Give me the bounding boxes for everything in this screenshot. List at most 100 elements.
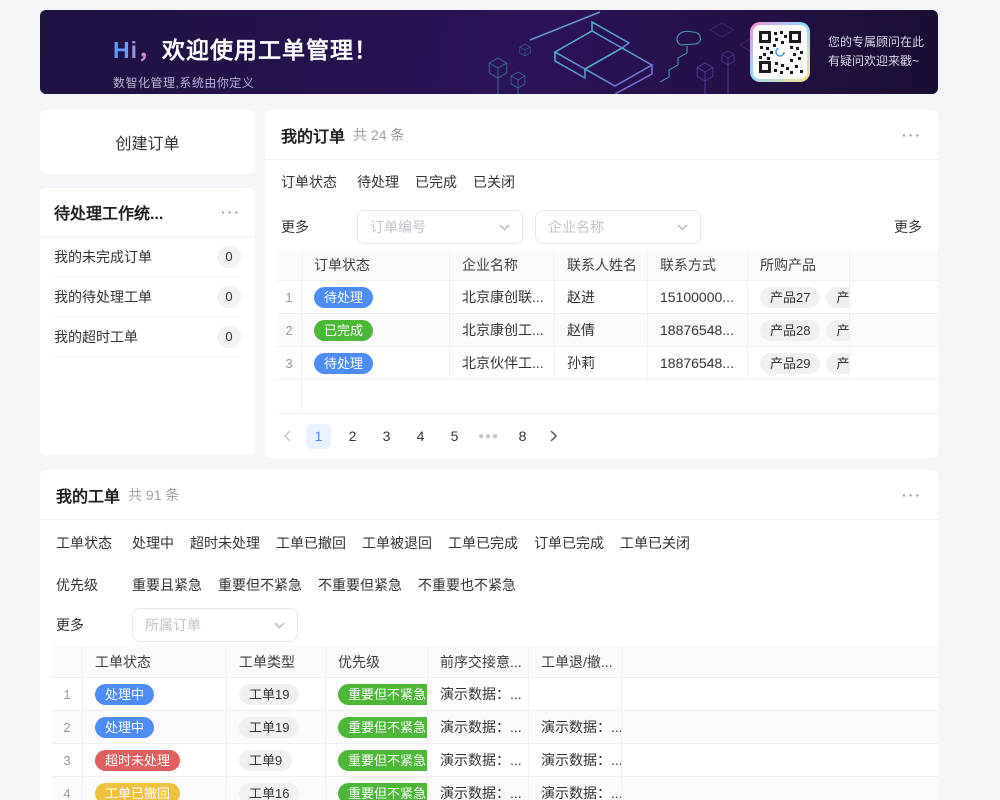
qr-code [750, 22, 810, 82]
page-2[interactable]: 2 [340, 424, 365, 449]
page-1[interactable]: 1 [306, 424, 331, 449]
filter-option-pending[interactable]: 待处理 [357, 172, 399, 192]
filter-option-completed[interactable]: 已完成 [415, 172, 457, 192]
pagination-next-icon[interactable] [544, 424, 564, 449]
qr-caption-line2: 有疑问欢迎来戳~ [828, 52, 924, 71]
tickets-more-icon[interactable]: ··· [902, 488, 922, 502]
status-badge: 处理中 [95, 684, 154, 705]
col-contact-phone: 联系方式 [648, 250, 748, 280]
orders-total-count: 共 24 条 [353, 125, 404, 145]
row-index: 2 [277, 314, 302, 346]
stats-item-label: 我的超时工单 [54, 327, 138, 347]
company-cell: 北京康创工... [450, 314, 555, 346]
filter-option-important-urgent[interactable]: 重要且紧急 [132, 575, 202, 595]
filter-option-returned[interactable]: 工单被退回 [362, 533, 432, 553]
filter-option-order-done[interactable]: 订单已完成 [534, 533, 604, 553]
ticket-type-tag: 工单19 [239, 717, 299, 738]
table-row[interactable]: 1 待处理 北京康创联... 赵进 15100000... 产品27产品 [277, 281, 938, 314]
ticket-type-tag: 工单19 [239, 684, 299, 705]
page-5[interactable]: 5 [442, 424, 467, 449]
contact-cell: 赵进 [555, 281, 648, 313]
company-name-placeholder: 企业名称 [548, 217, 677, 237]
row-index: 3 [52, 744, 83, 776]
row-index: 4 [52, 777, 83, 800]
order-number-select[interactable]: 订单编号 [357, 210, 523, 244]
page-4[interactable]: 4 [408, 424, 433, 449]
status-badge: 工单已撤回 [95, 783, 180, 800]
qr-caption: 您的专属顾问在此 有疑问欢迎来戳~ [828, 33, 924, 71]
chevron-down-icon [274, 622, 285, 629]
table-row[interactable]: 3 待处理 北京伙伴工... 孙莉 18876548... 产品29产品 [277, 347, 938, 380]
orders-more-icon[interactable]: ··· [902, 128, 922, 142]
table-row[interactable]: 2 处理中 工单19 重要但不紧急 演示数据：... 演示数据：... [52, 711, 938, 744]
filter-option-ticket-done[interactable]: 工单已完成 [448, 533, 518, 553]
row-index: 1 [277, 281, 302, 313]
table-empty-row [277, 380, 938, 414]
priority-badge: 重要但不紧急 [338, 684, 428, 705]
filter-option-overdue[interactable]: 超时未处理 [190, 533, 260, 553]
chevron-down-icon [499, 224, 510, 231]
company-cell: 北京伙伴工... [450, 347, 555, 379]
withdraw-cell: 演示数据：... [529, 777, 622, 800]
col-order-status: 订单状态 [302, 250, 450, 280]
handover-cell: 演示数据：... [428, 777, 529, 800]
parent-order-select[interactable]: 所属订单 [132, 608, 298, 642]
chevron-down-icon [677, 224, 688, 231]
filter-option-not-important-urgent[interactable]: 不重要但紧急 [318, 575, 402, 595]
stats-count-badge: 0 [217, 326, 241, 348]
phone-cell: 18876548... [648, 347, 748, 379]
tickets-panel-title: 我的工单 [56, 483, 120, 507]
table-row[interactable]: 4 工单已撤回 工单16 重要但不紧急 演示数据：... 演示数据：... [52, 777, 938, 800]
stats-item-unfinished-orders[interactable]: 我的未完成订单 0 [54, 237, 241, 277]
product-tag: 产品 [826, 287, 850, 308]
status-badge: 超时未处理 [95, 750, 180, 771]
status-badge: 待处理 [314, 287, 373, 308]
filter-option-not-important-not-urgent[interactable]: 不重要也不紧急 [418, 575, 516, 595]
col-ticket-type: 工单类型 [227, 646, 326, 677]
table-row[interactable]: 2 已完成 北京康创工... 赵倩 18876548... 产品28产品 [277, 314, 938, 347]
stats-item-overdue-tickets[interactable]: 我的超时工单 0 [54, 317, 241, 357]
tickets-table-header: 工单状态 工单类型 优先级 前序交接意... 工单退/撤... [52, 646, 938, 678]
ticket-type-tag: 工单16 [239, 783, 299, 800]
order-status-filter-label: 订单状态 [281, 172, 345, 192]
filter-option-closed[interactable]: 已关闭 [473, 172, 515, 192]
table-row[interactable]: 3 超时未处理 工单9 重要但不紧急 演示数据：... 演示数据：... [52, 744, 938, 777]
expand-more-link[interactable]: 更多 [894, 217, 922, 237]
stats-more-icon[interactable]: ··· [221, 205, 241, 219]
create-order-button[interactable]: 创建订单 [115, 130, 179, 154]
filter-option-processing[interactable]: 处理中 [132, 533, 174, 553]
ticket-type-tag: 工单9 [239, 750, 292, 771]
page-8[interactable]: 8 [510, 424, 535, 449]
col-withdraw-note: 工单退/撤... [529, 646, 622, 677]
filter-option-withdrawn[interactable]: 工单已撤回 [276, 533, 346, 553]
withdraw-cell [529, 678, 622, 710]
create-order-card[interactable]: 创建订单 [40, 110, 255, 174]
product-tag: 产品 [826, 353, 850, 374]
table-row[interactable]: 1 处理中 工单19 重要但不紧急 演示数据：... [52, 678, 938, 711]
banner-title-rest: 欢迎使用工单管理！ [162, 37, 378, 63]
contact-cell: 赵倩 [555, 314, 648, 346]
order-number-placeholder: 订单编号 [370, 217, 499, 237]
orders-panel-title: 我的订单 [281, 123, 345, 147]
product-tag: 产品28 [760, 320, 820, 341]
stats-item-pending-tickets[interactable]: 我的待处理工单 0 [54, 277, 241, 317]
filter-option-ticket-closed[interactable]: 工单已关闭 [620, 533, 690, 553]
filter-option-important-not-urgent[interactable]: 重要但不紧急 [218, 575, 302, 595]
company-name-select[interactable]: 企业名称 [535, 210, 701, 244]
tickets-total-count: 共 91 条 [128, 485, 179, 505]
my-orders-panel: 我的订单 共 24 条 ··· 订单状态 待处理 已完成 已关闭 更多 订单编号… [265, 110, 938, 458]
pagination-prev-icon[interactable] [277, 424, 297, 449]
priority-badge: 重要但不紧急 [338, 750, 428, 771]
contact-cell: 孙莉 [555, 347, 648, 379]
page-jump-ellipsis-icon[interactable]: ●●● [476, 424, 501, 449]
status-badge: 处理中 [95, 717, 154, 738]
col-company: 企业名称 [450, 250, 555, 280]
row-index: 1 [52, 678, 83, 710]
col-products: 所购产品 [748, 250, 850, 280]
status-badge: 待处理 [314, 353, 373, 374]
priority-badge: 重要但不紧急 [338, 783, 428, 800]
handover-cell: 演示数据：... [428, 711, 529, 743]
stats-item-label: 我的待处理工单 [54, 287, 152, 307]
page-3[interactable]: 3 [374, 424, 399, 449]
my-tickets-panel: 我的工单 共 91 条 ··· 工单状态 处理中 超时未处理 工单已撤回 工单被… [40, 470, 938, 800]
